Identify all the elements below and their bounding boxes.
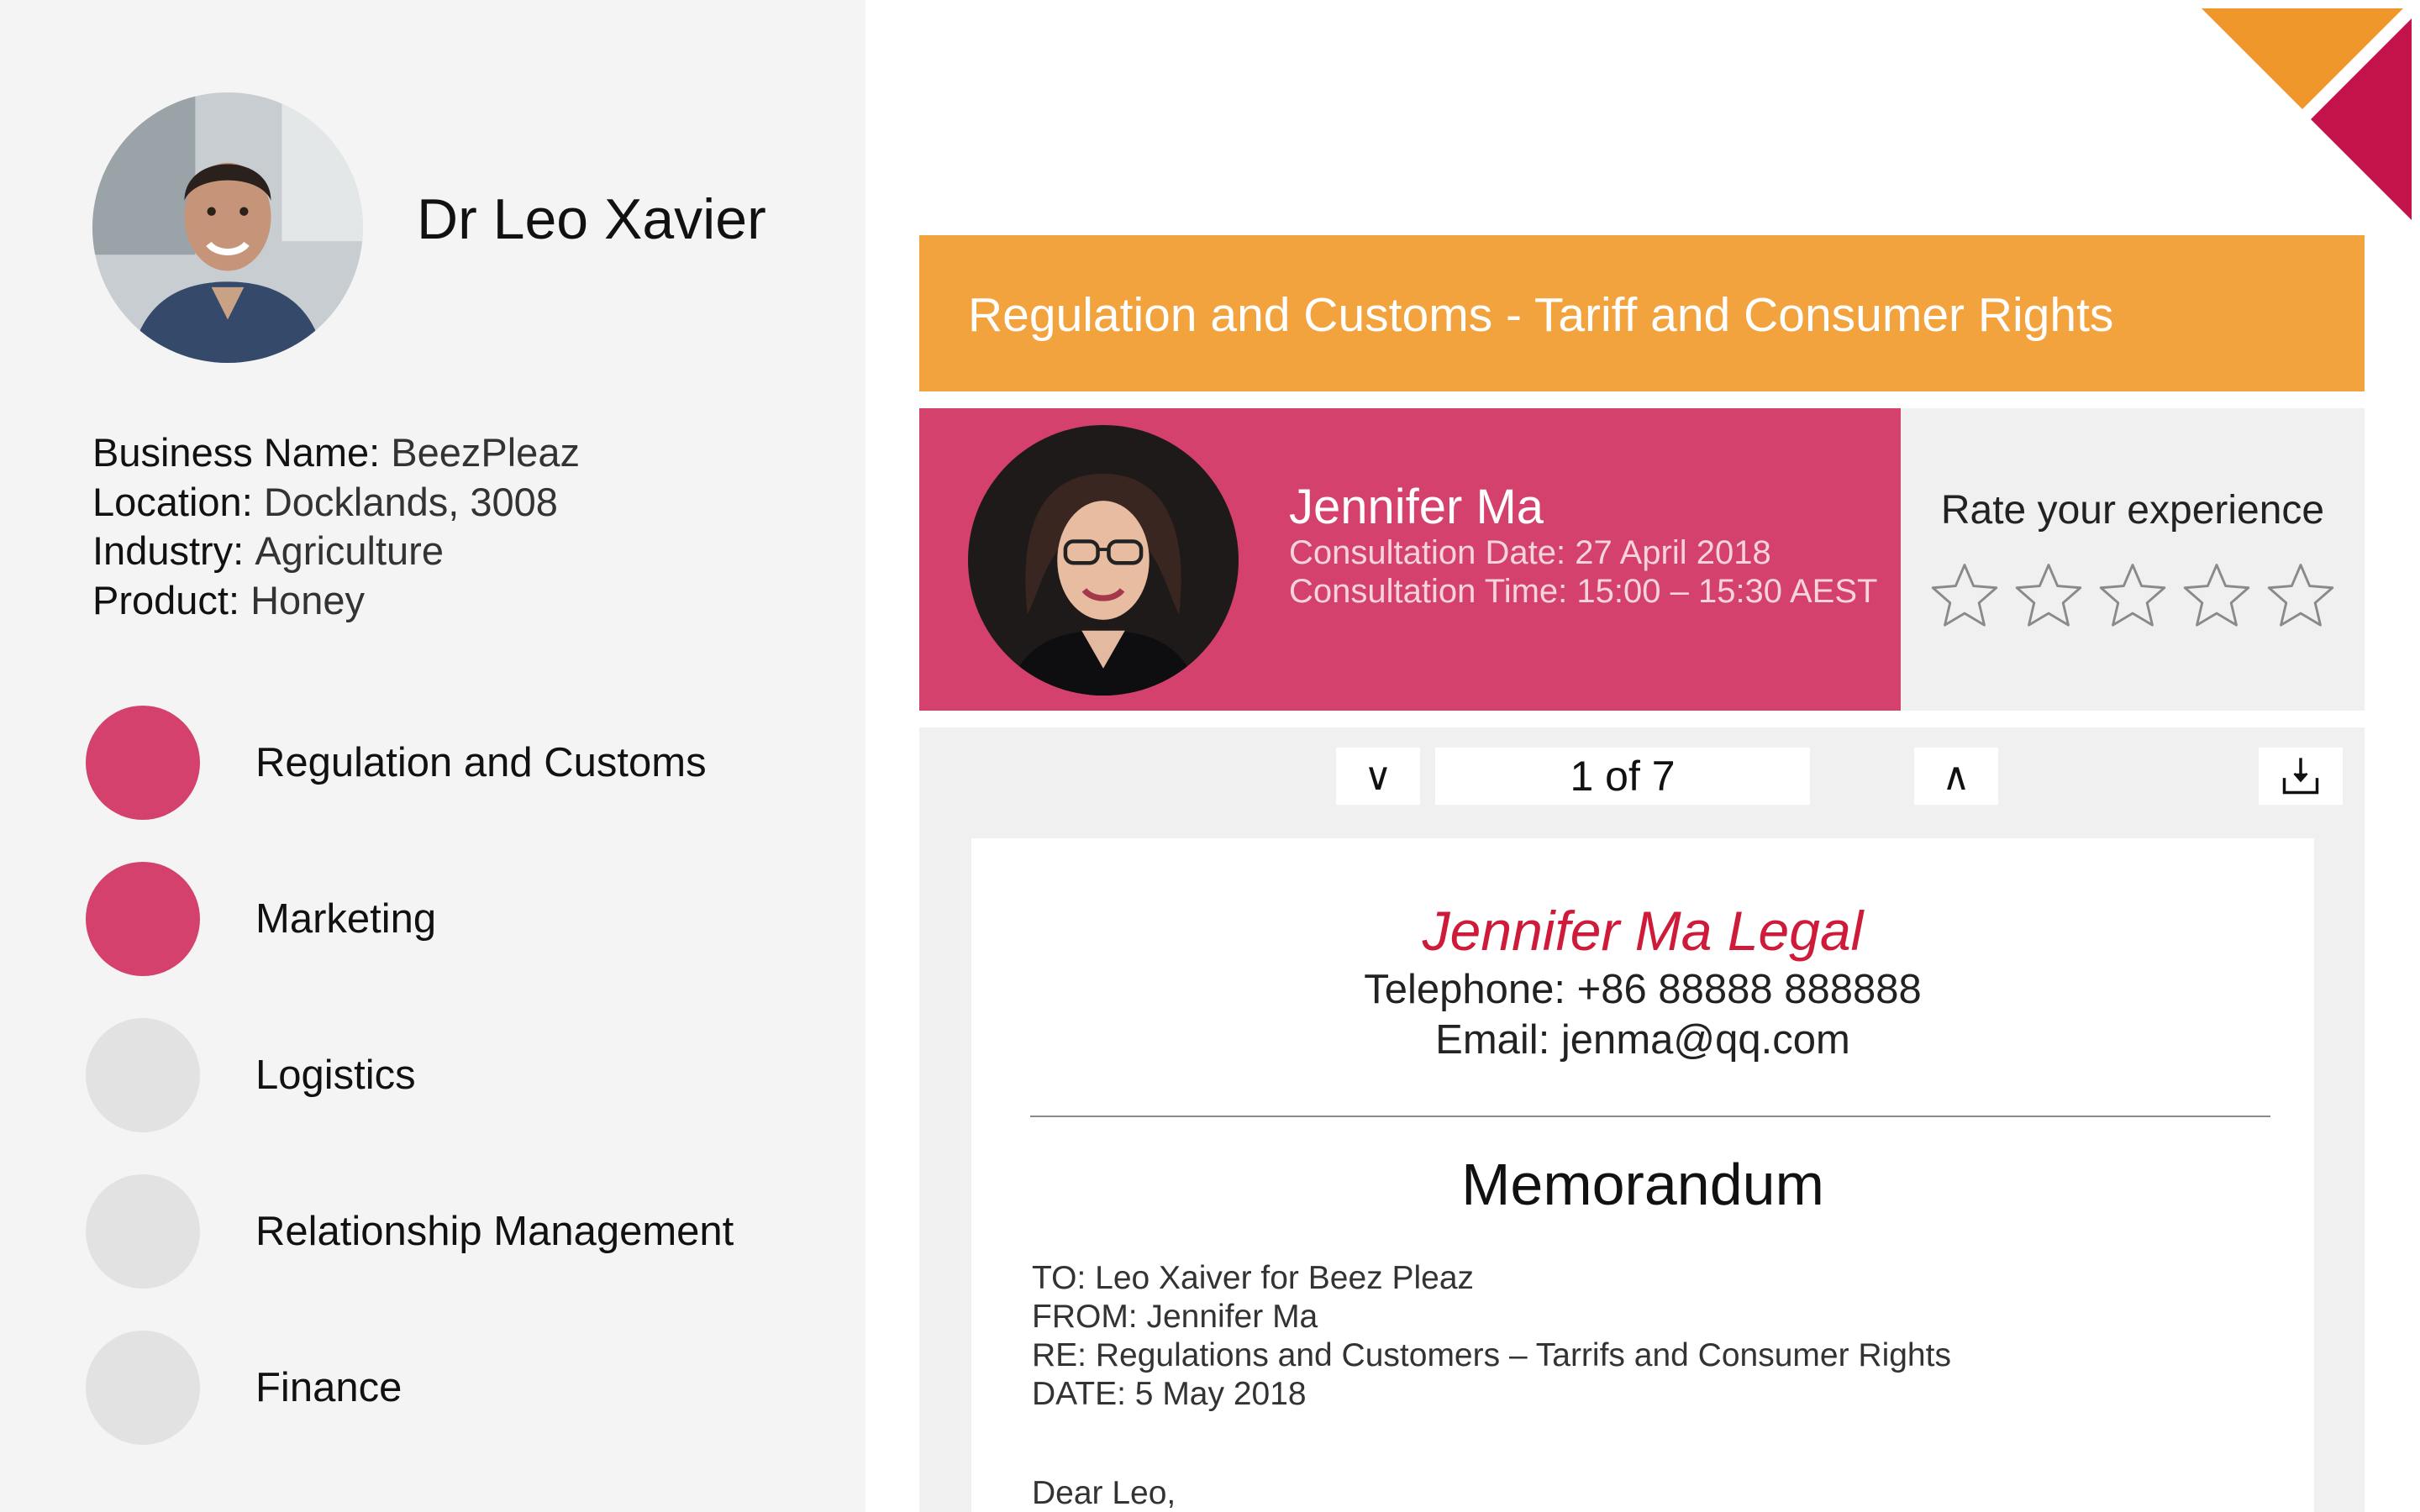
profile-name: Dr Leo Xavier bbox=[417, 187, 766, 251]
download-button[interactable] bbox=[2259, 748, 2343, 805]
topic-item-finance[interactable]: Finance bbox=[86, 1331, 842, 1487]
topic-label: Logistics bbox=[255, 1053, 416, 1098]
topic-status-dot bbox=[86, 1331, 200, 1445]
topic-list: Regulation and Customs Marketing Logisti… bbox=[86, 706, 842, 1487]
topic-label: Relationship Management bbox=[255, 1209, 734, 1254]
info-product: Product: Honey bbox=[92, 576, 580, 626]
star-rating bbox=[1928, 559, 2338, 633]
topic-item-marketing[interactable]: Marketing bbox=[86, 862, 842, 1018]
topic-banner: Regulation and Customs - Tariff and Cons… bbox=[919, 235, 2365, 391]
info-value: BeezPleaz bbox=[391, 430, 580, 475]
memo-date: DATE: 5 May 2018 bbox=[1032, 1376, 1307, 1412]
info-business-name: Business Name: BeezPleaz bbox=[92, 428, 580, 478]
topic-status-dot bbox=[86, 706, 200, 820]
memo-to: TO: Leo Xaiver for Beez Pleaz bbox=[1032, 1260, 1475, 1296]
letterhead-firm-name: Jennifer Ma Legal bbox=[1422, 900, 1864, 962]
page-down-button[interactable]: ∨ bbox=[1336, 748, 1420, 805]
memo-from: FROM: Jennifer Ma bbox=[1032, 1299, 1318, 1335]
rating-title: Rate your experience bbox=[1940, 488, 2325, 533]
info-label: Location: bbox=[92, 479, 253, 524]
corner-decoration-icon bbox=[2202, 8, 2412, 220]
consultant-name: Jennifer Ma bbox=[1289, 480, 1544, 534]
page-indicator: 1 of 7 bbox=[1435, 748, 1810, 805]
info-label: Business Name: bbox=[92, 430, 381, 475]
star-icon-3[interactable] bbox=[2096, 559, 2170, 633]
topic-status-dot bbox=[86, 1174, 200, 1289]
app-screen: Dr Leo Xavier Business Name: BeezPleaz L… bbox=[0, 0, 2420, 1512]
memo-re: RE: Regulations and Customers – Tarrifs … bbox=[1032, 1337, 1951, 1373]
consultation-time: Consultation Time: 15:00 – 15:30 AEST bbox=[1289, 573, 1878, 610]
profile-sidebar: Dr Leo Xavier Business Name: BeezPleaz L… bbox=[0, 0, 865, 1512]
letterhead-email: Email: jenma@qq.com bbox=[1435, 1017, 1850, 1063]
banner-title: Regulation and Customs - Tariff and Cons… bbox=[968, 288, 2114, 342]
document-viewer: ∨ 1 of 7 ∧ Jennifer Ma Legal Telephone: … bbox=[919, 727, 2365, 1512]
info-industry: Industry: Agriculture bbox=[92, 527, 580, 576]
user-avatar bbox=[92, 92, 363, 363]
topic-label: Finance bbox=[255, 1365, 402, 1410]
star-icon-1[interactable] bbox=[1928, 559, 2002, 633]
star-icon-4[interactable] bbox=[2180, 559, 2254, 633]
letterhead-divider bbox=[1030, 1116, 2270, 1117]
info-value: Agriculture bbox=[255, 528, 444, 573]
info-label: Industry: bbox=[92, 528, 245, 573]
profile-info: Business Name: BeezPleaz Location: Dockl… bbox=[92, 428, 580, 625]
star-icon-2[interactable] bbox=[2012, 559, 2086, 633]
info-value: Docklands, 3008 bbox=[263, 479, 558, 524]
info-value: Honey bbox=[250, 577, 365, 622]
page-up-button[interactable]: ∧ bbox=[1914, 748, 1998, 805]
topic-item-logistics[interactable]: Logistics bbox=[86, 1018, 842, 1174]
consultation-date: Consultation Date: 27 April 2018 bbox=[1289, 534, 1771, 571]
consultant-avatar-icon bbox=[968, 425, 1239, 696]
document-heading: Memorandum bbox=[1461, 1152, 1824, 1217]
letterhead-telephone: Telephone: +86 88888 888888 bbox=[1364, 967, 1922, 1012]
memo-salutation: Dear Leo, bbox=[1032, 1475, 1176, 1511]
document-page: Jennifer Ma Legal Telephone: +86 88888 8… bbox=[971, 838, 2314, 1512]
topic-label: Regulation and Customs bbox=[255, 740, 707, 785]
topic-status-dot bbox=[86, 862, 200, 976]
user-avatar-icon bbox=[92, 92, 363, 363]
topic-item-relationship-management[interactable]: Relationship Management bbox=[86, 1174, 842, 1331]
rating-panel: Rate your experience bbox=[1901, 408, 2365, 711]
download-icon bbox=[2282, 758, 2319, 795]
topic-item-regulation-and-customs[interactable]: Regulation and Customs bbox=[86, 706, 842, 862]
star-icon-5[interactable] bbox=[2264, 559, 2338, 633]
topic-status-dot bbox=[86, 1018, 200, 1132]
info-location: Location: Docklands, 3008 bbox=[92, 478, 580, 528]
info-label: Product: bbox=[92, 577, 240, 622]
topic-label: Marketing bbox=[255, 896, 437, 942]
consultant-avatar bbox=[968, 425, 1239, 696]
consultant-card: Jennifer Ma Consultation Date: 27 April … bbox=[919, 408, 1901, 711]
